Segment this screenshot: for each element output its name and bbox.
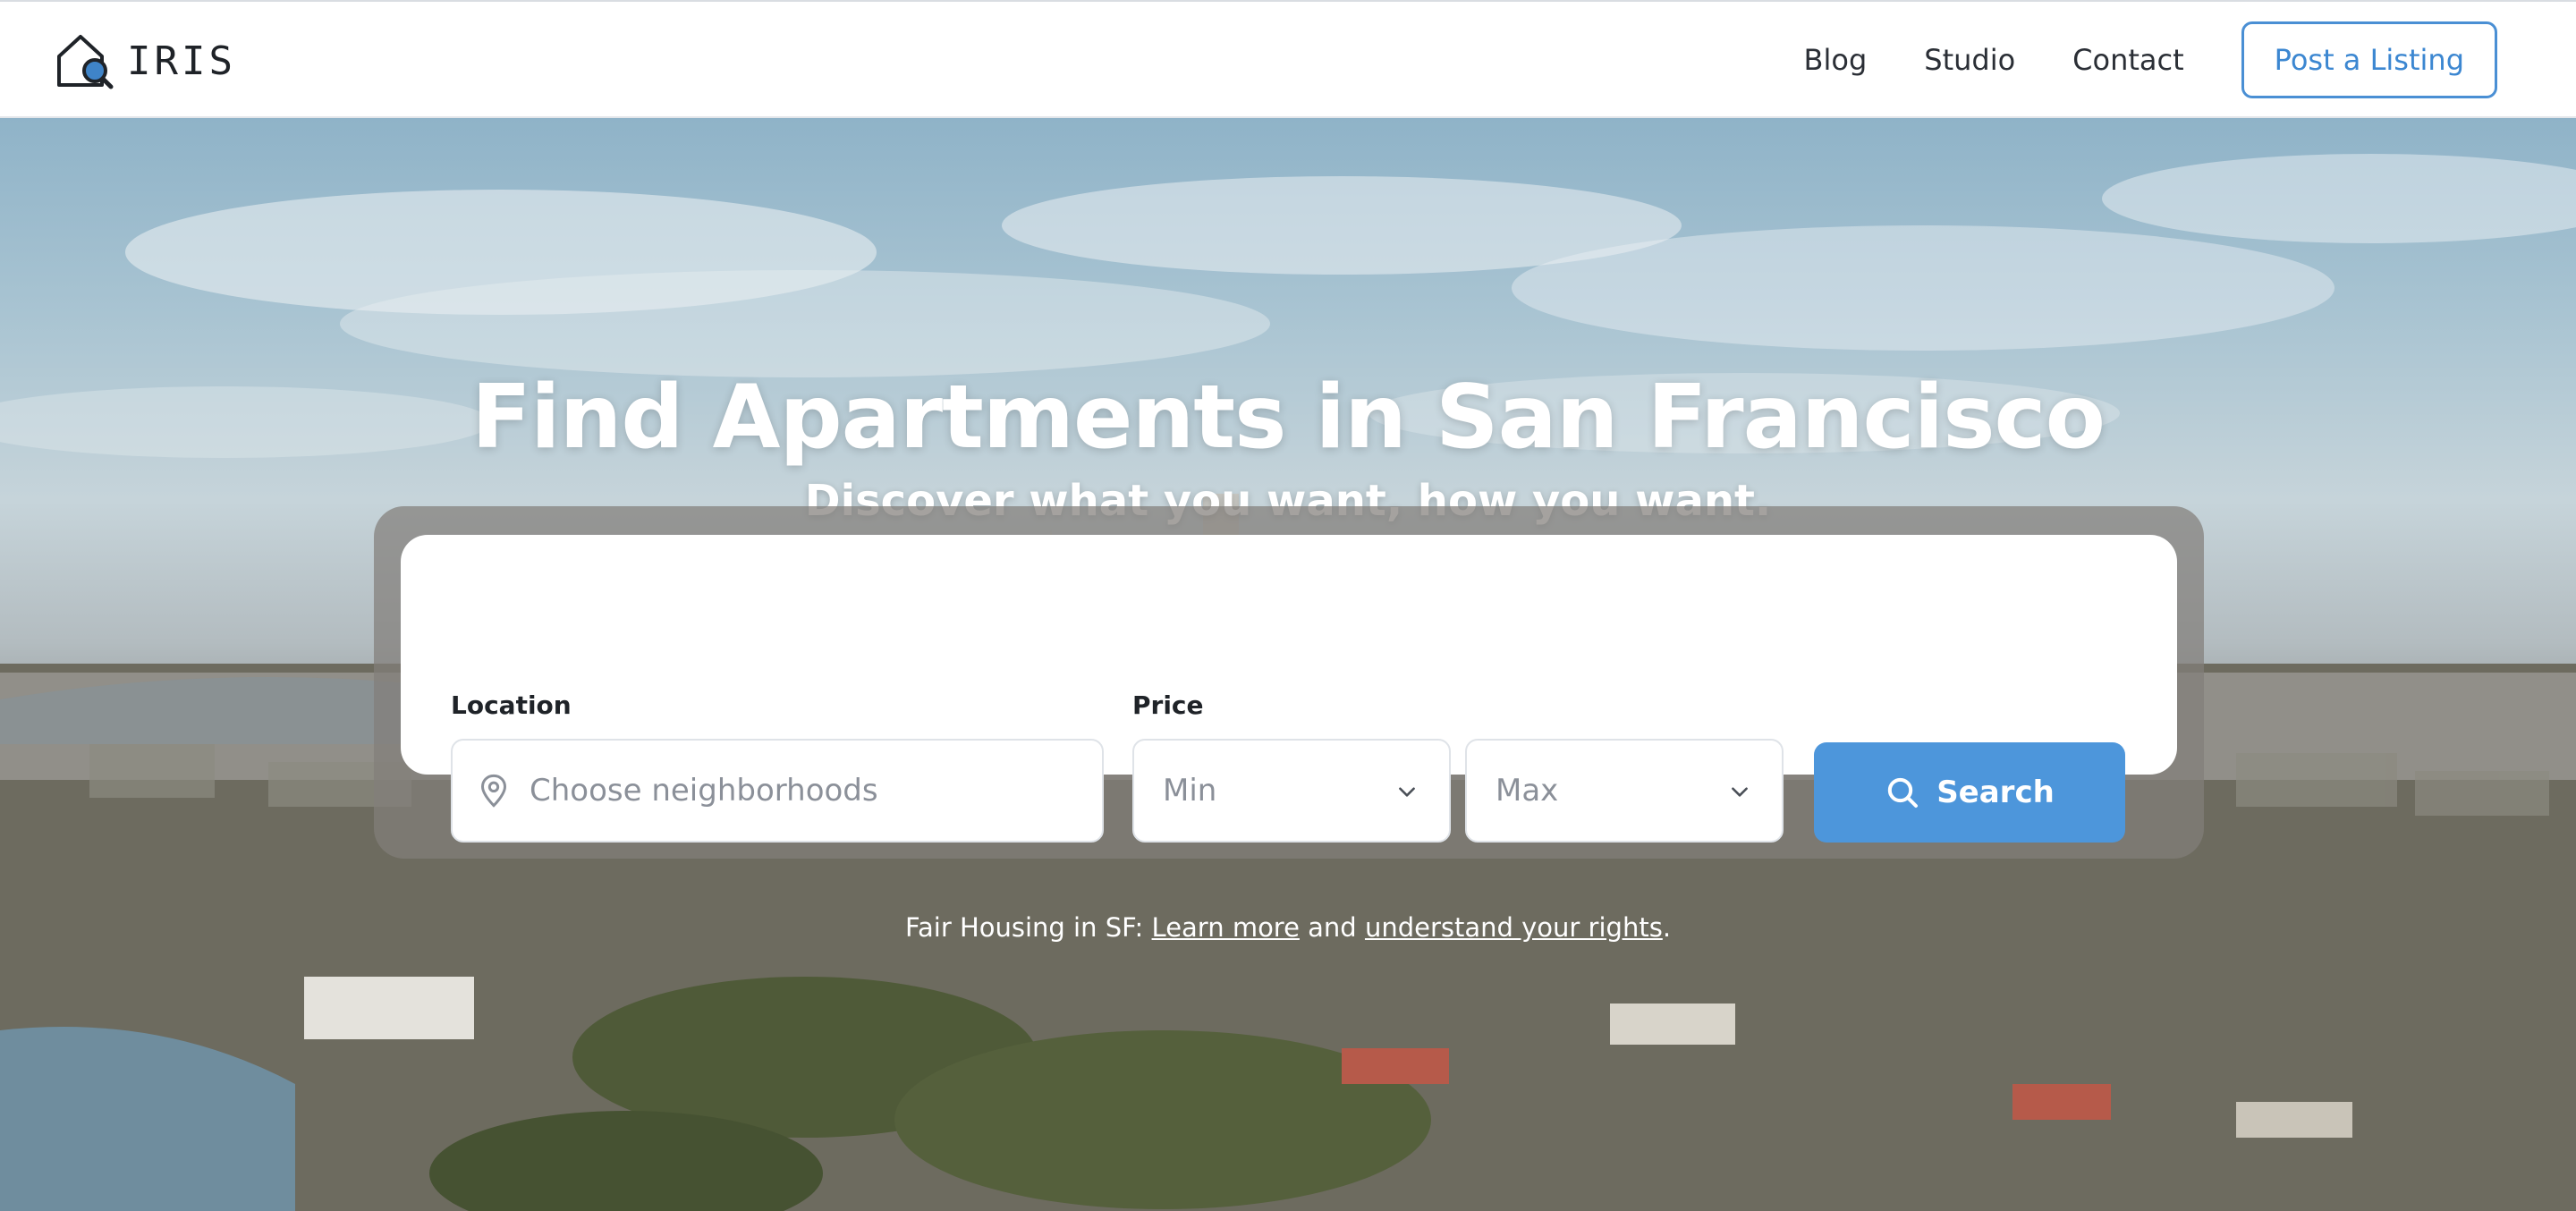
nav-blog[interactable]: Blog [1804,43,1868,77]
chevron-down-icon [1399,787,1415,797]
price-max-select[interactable]: Max [1465,739,1784,843]
brand-name: IRIS [127,38,236,84]
location-label: Location [451,690,572,720]
location-input[interactable]: Choose neighborhoods [451,739,1104,843]
price-label: Price [1132,690,1204,720]
post-listing-button[interactable]: Post a Listing [2241,21,2497,98]
fair-housing-middle: and [1299,912,1365,943]
brand-logo[interactable]: IRIS [54,30,236,91]
top-navbar: IRIS Blog Studio Contact Post a Listing [0,0,2576,118]
price-min-value: Min [1163,773,1217,809]
nav-studio[interactable]: Studio [1924,43,2015,77]
map-pin-icon [480,774,507,808]
house-search-icon [57,35,114,89]
fair-housing-note: Fair Housing in SF: Learn more and under… [0,912,2576,943]
search-button[interactable]: Search [1814,742,2125,843]
hero-title: Find Apartments in San Francisco [471,367,2106,469]
location-placeholder: Choose neighborhoods [530,773,878,809]
price-max-value: Max [1496,773,1559,809]
search-button-label: Search [1936,775,2055,810]
nav-contact[interactable]: Contact [2072,43,2184,77]
fair-housing-suffix: . [1662,912,1672,943]
price-min-select[interactable]: Min [1132,739,1451,843]
chevron-down-icon [1732,787,1748,797]
fair-housing-prefix: Fair Housing in SF: [904,912,1152,943]
main-nav: Blog Studio Contact Post a Listing [1804,21,2497,98]
learn-more-link[interactable]: Learn more [1152,912,1300,943]
understand-rights-link[interactable]: understand your rights [1365,912,1663,943]
search-icon [1888,777,1919,808]
